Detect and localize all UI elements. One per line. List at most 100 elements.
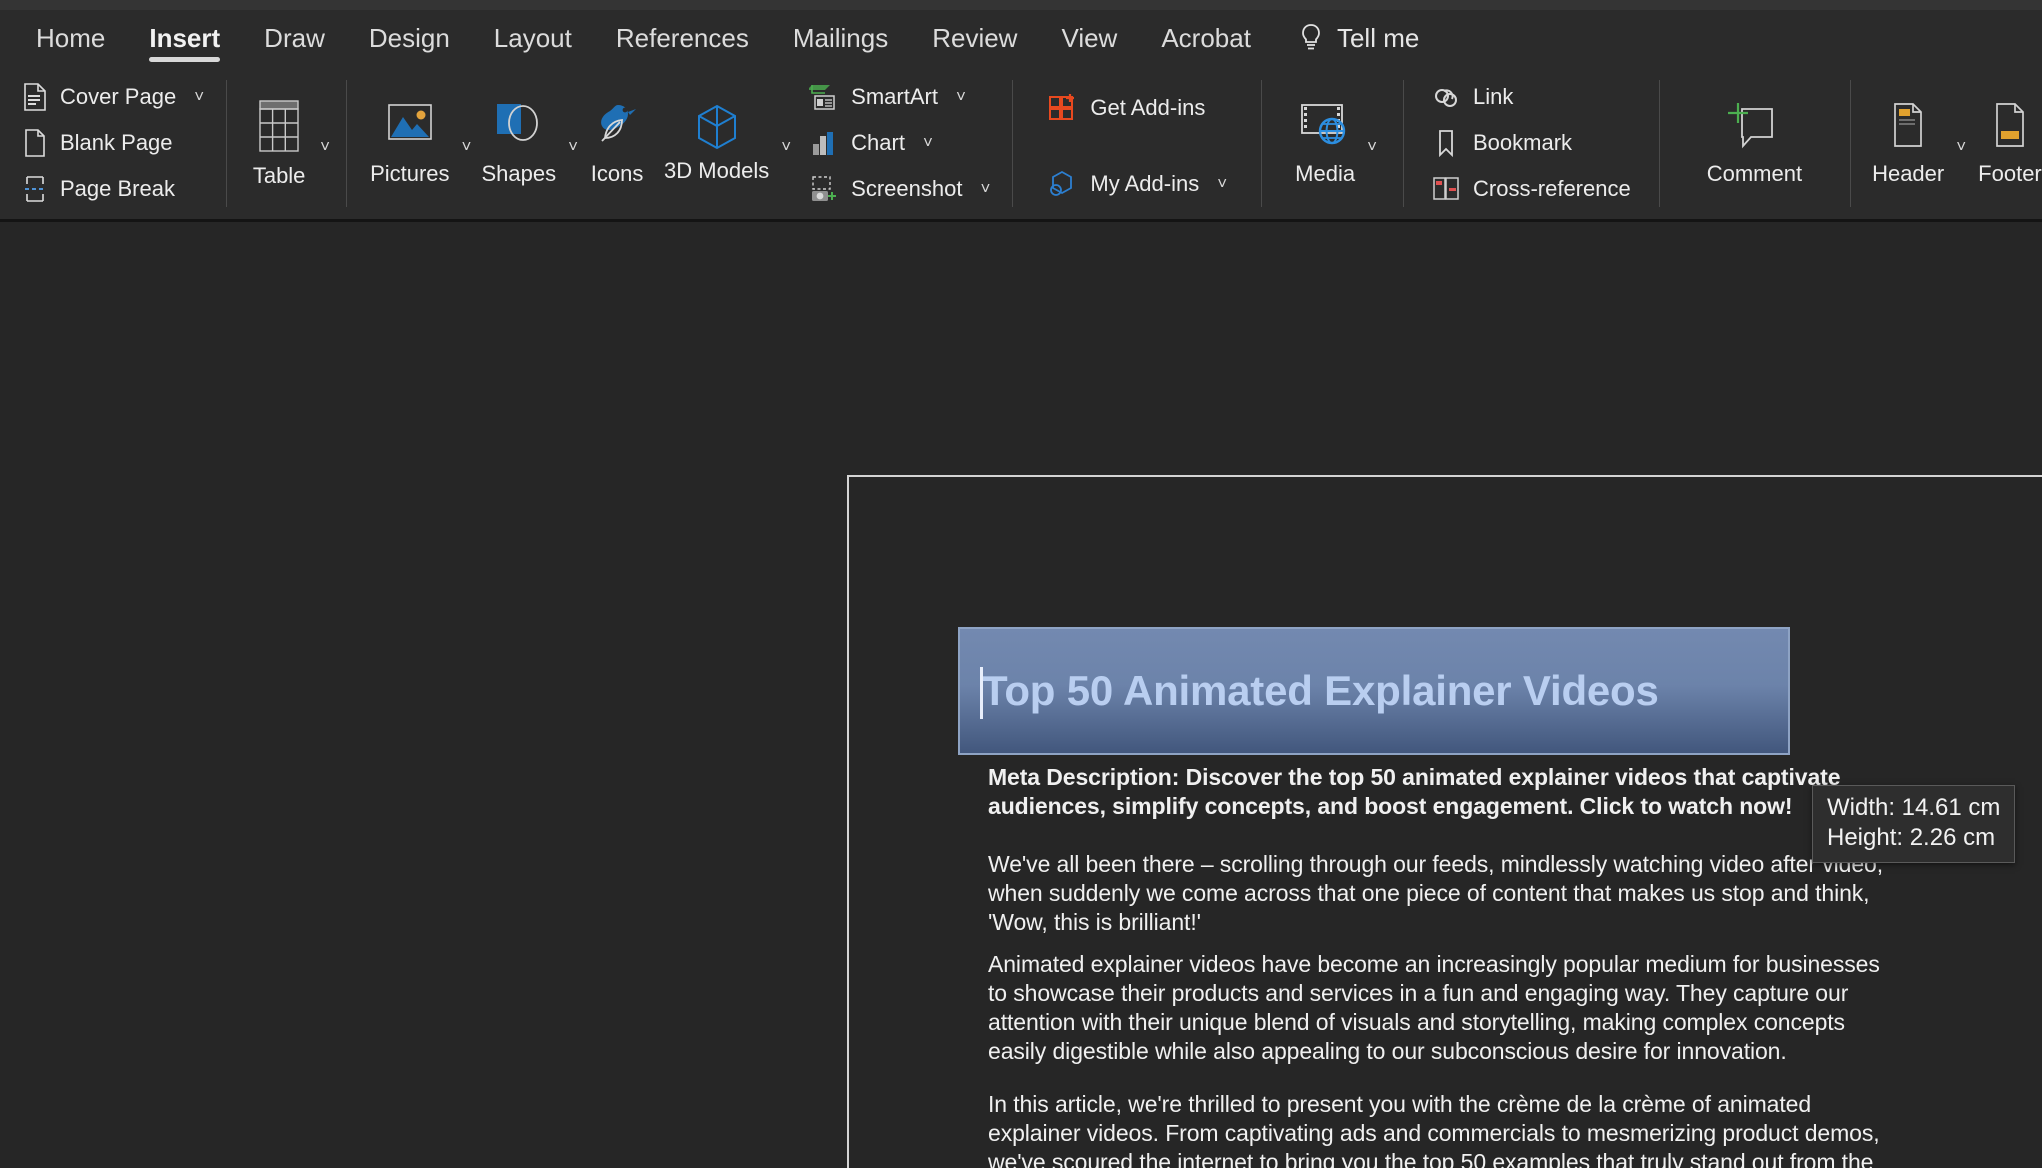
paragraph-meta-description[interactable]: Meta Description: Discover the top 50 an… (988, 763, 1893, 821)
ribbon-group-media: Media ˅ (1261, 66, 1403, 219)
table-icon (253, 97, 305, 159)
chevron-down-icon[interactable]: ˅ (1217, 174, 1227, 194)
tab-review[interactable]: Review (910, 10, 1039, 66)
title-selection-box[interactable]: Top 50 Animated Explainer Videos (958, 627, 1790, 755)
bookmark-label: Bookmark (1473, 132, 1572, 154)
pictures-icon (383, 99, 437, 157)
chevron-down-icon[interactable]: ˅ (568, 129, 578, 157)
pictures-button[interactable]: Pictures (362, 99, 457, 186)
header-label: Header (1872, 162, 1944, 186)
screenshot-button[interactable]: Screenshot ˅ (803, 169, 996, 209)
get-add-ins-label: Get Add-ins (1090, 97, 1205, 119)
cross-reference-button[interactable]: Cross-reference (1425, 169, 1637, 209)
paragraph-2[interactable]: Animated explainer videos have become an… (988, 950, 1893, 1066)
tooltip-height-line: Height: 2.26 cm (1827, 823, 2000, 853)
tab-design[interactable]: Design (347, 10, 472, 66)
footer-button[interactable]: Footer (1970, 99, 2042, 186)
shapes-button[interactable]: Shapes (473, 99, 564, 186)
table-label: Table (253, 164, 306, 188)
ribbon: Home Insert Draw Design Layout Reference… (0, 10, 2042, 222)
document-title: Top 50 Animated Explainer Videos (960, 667, 1659, 715)
3d-models-button[interactable]: 3D Models (656, 102, 777, 183)
pictures-label: Pictures (370, 162, 449, 186)
tell-me-button[interactable]: Tell me (1273, 23, 1419, 54)
my-add-ins-icon (1046, 168, 1078, 200)
tooltip-width-line: Width: 14.61 cm (1827, 793, 2000, 823)
tab-acrobat[interactable]: Acrobat (1139, 10, 1273, 66)
3d-models-icon (692, 102, 742, 154)
ribbon-command-row: Cover Page ˅ Blank Page (0, 66, 2042, 219)
window-title-strip (0, 0, 2042, 10)
footer-label: Footer (1978, 162, 2042, 186)
tell-me-label: Tell me (1337, 23, 1419, 54)
paragraph-3[interactable]: In this article, we're thrilled to prese… (988, 1090, 1893, 1168)
footer-icon (1987, 99, 2033, 157)
ribbon-group-pages: Cover Page ˅ Blank Page (0, 66, 226, 219)
tab-draw[interactable]: Draw (242, 10, 347, 66)
shapes-label: Shapes (481, 162, 556, 186)
get-add-ins-icon (1046, 92, 1078, 124)
blank-page-icon (22, 128, 48, 158)
tab-view[interactable]: View (1039, 10, 1139, 66)
ribbon-group-add-ins: Get Add-ins My Add-ins ˅ (1012, 66, 1261, 219)
comment-icon (1724, 99, 1784, 157)
tab-references[interactable]: References (594, 10, 771, 66)
cover-page-button[interactable]: Cover Page ˅ (16, 77, 210, 117)
bookmark-button[interactable]: Bookmark (1425, 123, 1637, 163)
tab-mailings[interactable]: Mailings (771, 10, 910, 66)
smartart-label: SmartArt (851, 86, 938, 108)
my-add-ins-button[interactable]: My Add-ins ˅ (1040, 164, 1233, 204)
chevron-down-icon[interactable]: ˅ (956, 87, 966, 107)
comment-button[interactable]: Comment (1699, 99, 1810, 186)
tab-layout[interactable]: Layout (472, 10, 594, 66)
ribbon-group-tables: Table ˅ (226, 66, 346, 219)
header-button[interactable]: Header (1864, 99, 1952, 186)
chevron-down-icon[interactable]: ˅ (320, 129, 330, 157)
lightbulb-icon (1299, 23, 1323, 53)
chevron-down-icon[interactable]: ˅ (923, 133, 933, 153)
chevron-down-icon[interactable]: ˅ (462, 129, 472, 157)
text-cursor (980, 667, 983, 719)
cross-reference-icon (1431, 174, 1461, 204)
smartart-button[interactable]: SmartArt ˅ (803, 77, 996, 117)
chart-icon (809, 128, 839, 158)
chart-button[interactable]: Chart ˅ (803, 123, 996, 163)
media-icon (1296, 99, 1354, 157)
chevron-down-icon[interactable]: ˅ (781, 129, 791, 157)
header-icon (1885, 99, 1931, 157)
ribbon-group-links: Link Bookmark (1403, 66, 1659, 219)
chevron-down-icon[interactable]: ˅ (980, 179, 990, 199)
chevron-down-icon[interactable]: ˅ (1367, 129, 1377, 157)
ribbon-tab-bar: Home Insert Draw Design Layout Reference… (0, 10, 2042, 66)
shapes-icon (492, 99, 546, 157)
link-button[interactable]: Link (1425, 77, 1637, 117)
cover-page-label: Cover Page (60, 86, 176, 108)
chevron-down-icon[interactable]: ˅ (1956, 129, 1966, 157)
icons-button[interactable]: Icons (580, 99, 654, 186)
page-break-button[interactable]: Page Break (16, 169, 210, 209)
my-add-ins-label: My Add-ins (1090, 173, 1199, 195)
cover-page-icon (22, 82, 48, 112)
tab-insert[interactable]: Insert (127, 10, 242, 66)
blank-page-button[interactable]: Blank Page (16, 123, 210, 163)
page-break-label: Page Break (60, 178, 175, 200)
comment-label: Comment (1707, 162, 1802, 186)
icons-icon (590, 99, 644, 157)
ribbon-group-comments: Comment (1659, 66, 1850, 219)
document-canvas[interactable]: Top 50 Animated Explainer Videos Meta De… (0, 225, 2042, 1168)
media-button[interactable]: Media (1287, 99, 1363, 186)
paragraph-1[interactable]: We've all been there – scrolling through… (988, 850, 1893, 937)
screenshot-label: Screenshot (851, 178, 962, 200)
table-button[interactable]: Table (242, 97, 316, 188)
media-label: Media (1295, 162, 1355, 186)
cross-reference-label: Cross-reference (1473, 178, 1631, 200)
ribbon-group-illustrations: Pictures ˅ Shapes ˅ (346, 66, 1012, 219)
chevron-down-icon[interactable]: ˅ (194, 87, 204, 107)
icons-label: Icons (591, 162, 644, 186)
blank-page-label: Blank Page (60, 132, 173, 154)
get-add-ins-button[interactable]: Get Add-ins (1040, 88, 1233, 128)
ribbon-group-header-footer: Header ˅ Footer ˅ (1850, 66, 2042, 219)
link-icon (1431, 82, 1461, 112)
link-label: Link (1473, 86, 1513, 108)
tab-home[interactable]: Home (14, 10, 127, 66)
